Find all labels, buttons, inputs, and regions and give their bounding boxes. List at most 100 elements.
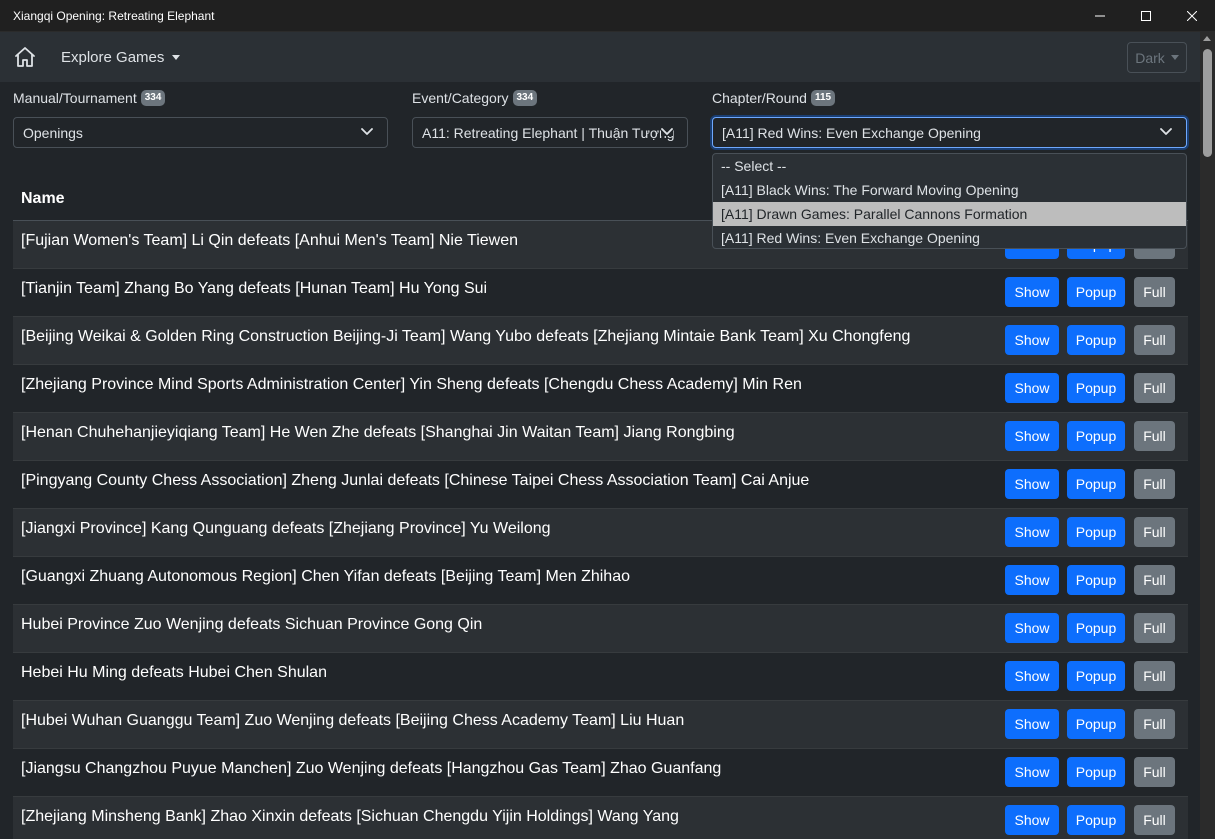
popup-button[interactable]: Popup bbox=[1067, 661, 1125, 691]
minimize-icon bbox=[1095, 15, 1105, 16]
show-button[interactable]: Show bbox=[1005, 565, 1059, 595]
full-button[interactable]: Full bbox=[1134, 421, 1175, 451]
show-button[interactable]: Show bbox=[1005, 373, 1059, 403]
game-name: [Hubei Wuhan Guanggu Team] Zuo Wenjing d… bbox=[21, 711, 685, 729]
caret-down-icon bbox=[1170, 55, 1179, 60]
full-button[interactable]: Full bbox=[1134, 325, 1175, 355]
full-button[interactable]: Full bbox=[1134, 517, 1175, 547]
manual-selected-value: Openings bbox=[23, 124, 83, 141]
table-row: [Pingyang County Chess Association] Zhen… bbox=[13, 461, 1188, 509]
show-button[interactable]: Show bbox=[1005, 757, 1059, 787]
row-actions: Show Popup Full bbox=[1005, 661, 1175, 691]
show-button[interactable]: Show bbox=[1005, 277, 1059, 307]
games-table-body: [Fujian Women's Team] Li Qin defeats [An… bbox=[13, 221, 1188, 839]
game-name: [Guangxi Zhuang Autonomous Region] Chen … bbox=[21, 567, 630, 585]
home-button[interactable] bbox=[13, 45, 37, 69]
chapter-round-select[interactable]: [A11] Red Wins: Even Exchange Opening bbox=[712, 117, 1187, 148]
table-row: [Jiangsu Changzhou Puyue Manchen] Zuo We… bbox=[13, 749, 1188, 797]
theme-dropdown[interactable]: Dark bbox=[1127, 42, 1187, 73]
game-name: [Jiangsu Changzhou Puyue Manchen] Zuo We… bbox=[21, 759, 722, 777]
row-actions: Show Popup Full bbox=[1005, 469, 1175, 499]
show-button[interactable]: Show bbox=[1005, 421, 1059, 451]
full-button[interactable]: Full bbox=[1134, 613, 1175, 643]
row-actions: Show Popup Full bbox=[1005, 709, 1175, 739]
popup-button[interactable]: Popup bbox=[1067, 469, 1125, 499]
caret-down-icon bbox=[172, 54, 181, 60]
row-actions: Show Popup Full bbox=[1005, 277, 1175, 307]
row-actions: Show Popup Full bbox=[1005, 757, 1175, 787]
manual-count-badge: 334 bbox=[140, 90, 166, 106]
show-button[interactable]: Show bbox=[1005, 469, 1059, 499]
popup-button[interactable]: Popup bbox=[1067, 325, 1125, 355]
popup-button[interactable]: Popup bbox=[1067, 421, 1125, 451]
name-column-header: Name bbox=[21, 190, 65, 207]
full-button[interactable]: Full bbox=[1134, 661, 1175, 691]
event-category-label: Event/Category 334 bbox=[412, 90, 538, 106]
navbar: Explore Games Dark bbox=[0, 32, 1200, 82]
game-name: [Beijing Weikai & Golden Ring Constructi… bbox=[21, 327, 911, 345]
chevron-down-icon bbox=[361, 128, 373, 135]
full-button[interactable]: Full bbox=[1134, 277, 1175, 307]
manual-tournament-label-text: Manual/Tournament bbox=[13, 90, 137, 106]
popup-button[interactable]: Popup bbox=[1067, 613, 1125, 643]
chapter-count-badge: 115 bbox=[810, 90, 836, 106]
dropdown-option[interactable]: [A11] Drawn Games: Parallel Cannons Form… bbox=[713, 202, 1186, 226]
popup-button[interactable]: Popup bbox=[1067, 805, 1125, 835]
row-actions: Show Popup Full bbox=[1005, 613, 1175, 643]
event-selected-value: A11: Retreating Elephant | Thuận Tượng bbox=[422, 124, 675, 141]
game-name: [Zhejiang Minsheng Bank] Zhao Xinxin def… bbox=[21, 807, 679, 825]
minimize-button[interactable] bbox=[1077, 0, 1123, 32]
game-name: [Fujian Women's Team] Li Qin defeats [An… bbox=[21, 231, 519, 249]
popup-button[interactable]: Popup bbox=[1067, 757, 1125, 787]
maximize-icon bbox=[1141, 10, 1151, 21]
show-button[interactable]: Show bbox=[1005, 325, 1059, 355]
popup-button[interactable]: Popup bbox=[1067, 517, 1125, 547]
close-button[interactable] bbox=[1169, 0, 1215, 32]
table-row: [Hubei Wuhan Guanggu Team] Zuo Wenjing d… bbox=[13, 701, 1188, 749]
row-actions: Show Popup Full bbox=[1005, 421, 1175, 451]
chapter-selected-value: [A11] Red Wins: Even Exchange Opening bbox=[722, 124, 981, 141]
full-button[interactable]: Full bbox=[1134, 469, 1175, 499]
game-name: [Tianjin Team] Zhang Bo Yang defeats [Hu… bbox=[21, 279, 488, 297]
show-button[interactable]: Show bbox=[1005, 709, 1059, 739]
explore-games-dropdown[interactable]: Explore Games bbox=[61, 49, 181, 66]
full-button[interactable]: Full bbox=[1134, 565, 1175, 595]
table-row: [Tianjin Team] Zhang Bo Yang defeats [Hu… bbox=[13, 269, 1188, 317]
full-button[interactable]: Full bbox=[1134, 709, 1175, 739]
manual-tournament-label: Manual/Tournament 334 bbox=[13, 90, 166, 106]
dropdown-option[interactable]: [A11] Red Wins: Even Exchange Opening bbox=[713, 226, 1186, 248]
show-button[interactable]: Show bbox=[1005, 661, 1059, 691]
game-name: Hubei Province Zuo Wenjing defeats Sichu… bbox=[21, 615, 483, 633]
row-actions: Show Popup Full bbox=[1005, 373, 1175, 403]
dropdown-option[interactable]: -- Select -- bbox=[713, 154, 1186, 178]
show-button[interactable]: Show bbox=[1005, 805, 1059, 835]
chapter-round-label: Chapter/Round 115 bbox=[712, 90, 836, 106]
maximize-button[interactable] bbox=[1123, 0, 1169, 32]
manual-tournament-select[interactable]: Openings bbox=[13, 117, 388, 148]
chevron-down-icon bbox=[661, 128, 673, 136]
event-category-label-text: Event/Category bbox=[412, 90, 509, 106]
popup-button[interactable]: Popup bbox=[1067, 373, 1125, 403]
popup-button[interactable]: Popup bbox=[1067, 565, 1125, 595]
event-category-select[interactable]: A11: Retreating Elephant | Thuận Tượng bbox=[412, 117, 688, 148]
table-row: Hebei Hu Ming defeats Hubei Chen Shulan S… bbox=[13, 653, 1188, 701]
game-name: [Jiangxi Province] Kang Qunguang defeats… bbox=[21, 519, 551, 537]
game-name: Hebei Hu Ming defeats Hubei Chen Shulan bbox=[21, 663, 327, 681]
scrollbar-thumb[interactable] bbox=[1203, 49, 1212, 157]
window-titlebar: Xiangqi Opening: Retreating Elephant bbox=[0, 0, 1215, 32]
scroll-up-icon[interactable] bbox=[1203, 36, 1211, 41]
full-button[interactable]: Full bbox=[1134, 805, 1175, 835]
popup-button[interactable]: Popup bbox=[1067, 277, 1125, 307]
show-button[interactable]: Show bbox=[1005, 613, 1059, 643]
row-actions: Show Popup Full bbox=[1005, 805, 1175, 835]
dropdown-option[interactable]: [A11] Black Wins: The Forward Moving Ope… bbox=[713, 178, 1186, 202]
game-name: [Henan Chuhehanjieyiqiang Team] He Wen Z… bbox=[21, 423, 735, 441]
full-button[interactable]: Full bbox=[1134, 373, 1175, 403]
show-button[interactable]: Show bbox=[1005, 517, 1059, 547]
table-row: [Beijing Weikai & Golden Ring Constructi… bbox=[13, 317, 1188, 365]
popup-button[interactable]: Popup bbox=[1067, 709, 1125, 739]
row-actions: Show Popup Full bbox=[1005, 325, 1175, 355]
theme-label: Dark bbox=[1135, 49, 1165, 66]
full-button[interactable]: Full bbox=[1134, 757, 1175, 787]
game-name: [Pingyang County Chess Association] Zhen… bbox=[21, 471, 810, 489]
